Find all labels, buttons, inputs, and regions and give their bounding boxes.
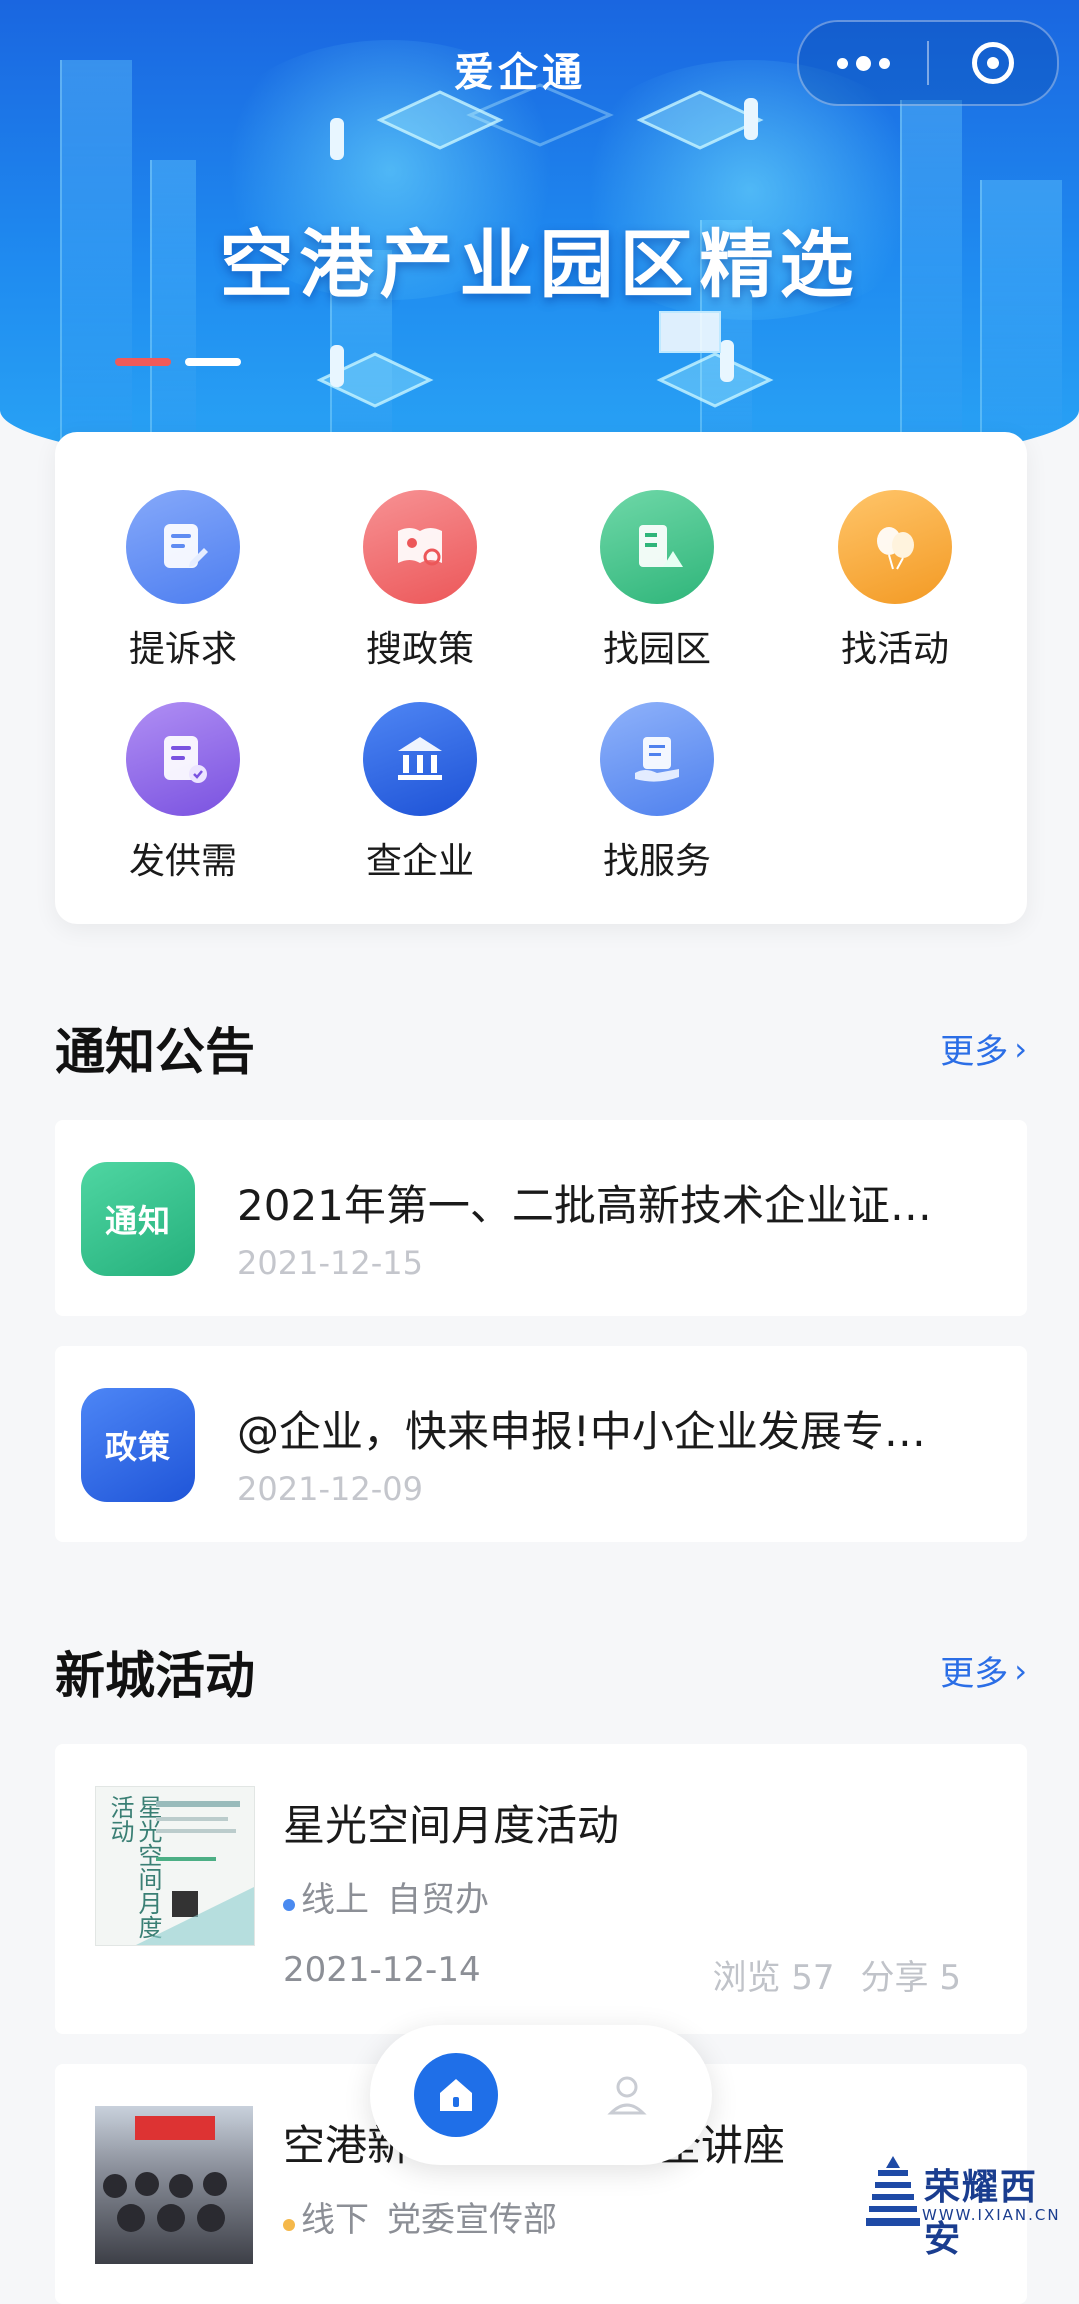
policy-book-icon — [363, 490, 477, 604]
policy-badge: 政策 — [81, 1388, 195, 1502]
tab-home[interactable] — [413, 2053, 498, 2137]
chevron-right-icon: › — [1014, 1029, 1027, 1068]
site-watermark: 荣耀西安 WWW.IXIAN.CN — [860, 2150, 1061, 2260]
quick-item-label: 提诉求 — [128, 629, 237, 670]
carousel-dot[interactable] — [185, 358, 241, 366]
event-mode: 线上 — [301, 1880, 369, 1920]
notices-more-link[interactable]: 更多 › — [940, 1024, 1027, 1073]
event-shares: 分享 5 — [860, 1958, 961, 1998]
user-icon — [606, 2076, 647, 2115]
audience-illustration — [103, 2116, 227, 2232]
notices-section-title: 通知公告 — [55, 1023, 255, 1081]
notice-date: 2021-12-09 — [237, 1470, 423, 1508]
floating-tab-bar — [370, 2025, 712, 2165]
quick-item-search-policy[interactable]: 搜政策 — [320, 490, 520, 672]
more-link-label: 更多 — [940, 1654, 1009, 1694]
event-stats: 浏览 57 分享 5 — [712, 1950, 961, 1999]
balloon-icon — [838, 490, 952, 604]
home-icon — [439, 2079, 472, 2111]
quick-item-label: 查企业 — [365, 841, 474, 882]
notice-date: 2021-12-15 — [237, 1244, 423, 1282]
event-organizer: 自贸办 — [387, 1880, 489, 1920]
event-poster-thumbnail: 星光空间月度活动 — [95, 1786, 255, 1946]
poster-decoration — [136, 1801, 254, 1945]
notice-badge: 通知 — [81, 1162, 195, 1276]
carousel-dot-active[interactable] — [115, 358, 171, 366]
quick-item-submit-request[interactable]: 提诉求 — [83, 490, 283, 672]
event-title: 星光空间月度活动 — [283, 1801, 620, 1850]
quick-item-find-park[interactable]: 找园区 — [557, 490, 757, 672]
pagoda-logo-icon — [866, 2156, 920, 2226]
notice-title: @企业，快来申报!中小企业发展专… — [237, 1407, 926, 1456]
event-card[interactable]: 星光空间月度活动 星光空间月度活动 线上 自贸办 2021-12-14 浏览 5… — [55, 1744, 1027, 2034]
events-more-link[interactable]: 更多 › — [940, 1646, 1027, 1695]
event-meta: 线下 党委宣传部 — [283, 2192, 557, 2241]
bank-icon — [363, 702, 477, 816]
chevron-right-icon: › — [1014, 1651, 1027, 1690]
quick-menu-card: 提诉求 搜政策 找园区 找活动 发供需 查企业 找服务 — [55, 432, 1027, 924]
quick-item-label: 找园区 — [602, 629, 711, 670]
miniprogram-capsule[interactable] — [797, 20, 1059, 106]
online-dot-icon — [283, 1899, 295, 1911]
edit-doc-icon — [126, 490, 240, 604]
events-section-title: 新城活动 — [55, 1647, 255, 1705]
event-date: 2021-12-14 — [283, 1950, 481, 1990]
quick-item-search-enterprise[interactable]: 查企业 — [320, 702, 520, 884]
hero-banner[interactable]: 爱企通 空港产业园区精选 — [0, 0, 1079, 480]
event-mode: 线下 — [301, 2200, 369, 2240]
park-building-icon — [600, 490, 714, 604]
more-link-label: 更多 — [940, 1032, 1009, 1072]
quick-item-post-supply[interactable]: 发供需 — [83, 702, 283, 884]
carousel-indicator[interactable] — [115, 358, 241, 366]
quick-item-label: 发供需 — [128, 841, 237, 882]
supply-doc-icon — [126, 702, 240, 816]
notice-item[interactable]: 政策 @企业，快来申报!中小企业发展专… 2021-12-09 — [55, 1346, 1027, 1542]
notice-item[interactable]: 通知 2021年第一、二批高新技术企业证… 2021-12-15 — [55, 1120, 1027, 1316]
tab-profile[interactable] — [585, 2053, 669, 2137]
event-photo-thumbnail — [95, 2106, 253, 2264]
more-dots-icon — [836, 57, 848, 69]
quick-item-label: 找服务 — [602, 841, 711, 882]
quick-item-label: 搜政策 — [365, 629, 474, 670]
target-circle-icon — [972, 42, 1014, 84]
notice-title: 2021年第一、二批高新技术企业证… — [237, 1181, 932, 1230]
more-menu-button[interactable] — [799, 22, 927, 104]
event-views: 浏览 57 — [712, 1958, 835, 1998]
quick-item-find-activity[interactable]: 找活动 — [795, 490, 995, 672]
offline-dot-icon — [283, 2219, 295, 2231]
event-organizer: 党委宣传部 — [387, 2200, 557, 2240]
service-hand-icon — [600, 702, 714, 816]
close-miniprogram-button[interactable] — [929, 22, 1057, 104]
banner-headline: 空港产业园区精选 — [219, 222, 860, 308]
watermark-url: WWW.IXIAN.CN — [922, 2206, 1061, 2224]
event-meta: 线上 自贸办 — [283, 1872, 489, 1921]
quick-item-find-service[interactable]: 找服务 — [557, 702, 757, 884]
quick-item-label: 找活动 — [840, 629, 949, 670]
